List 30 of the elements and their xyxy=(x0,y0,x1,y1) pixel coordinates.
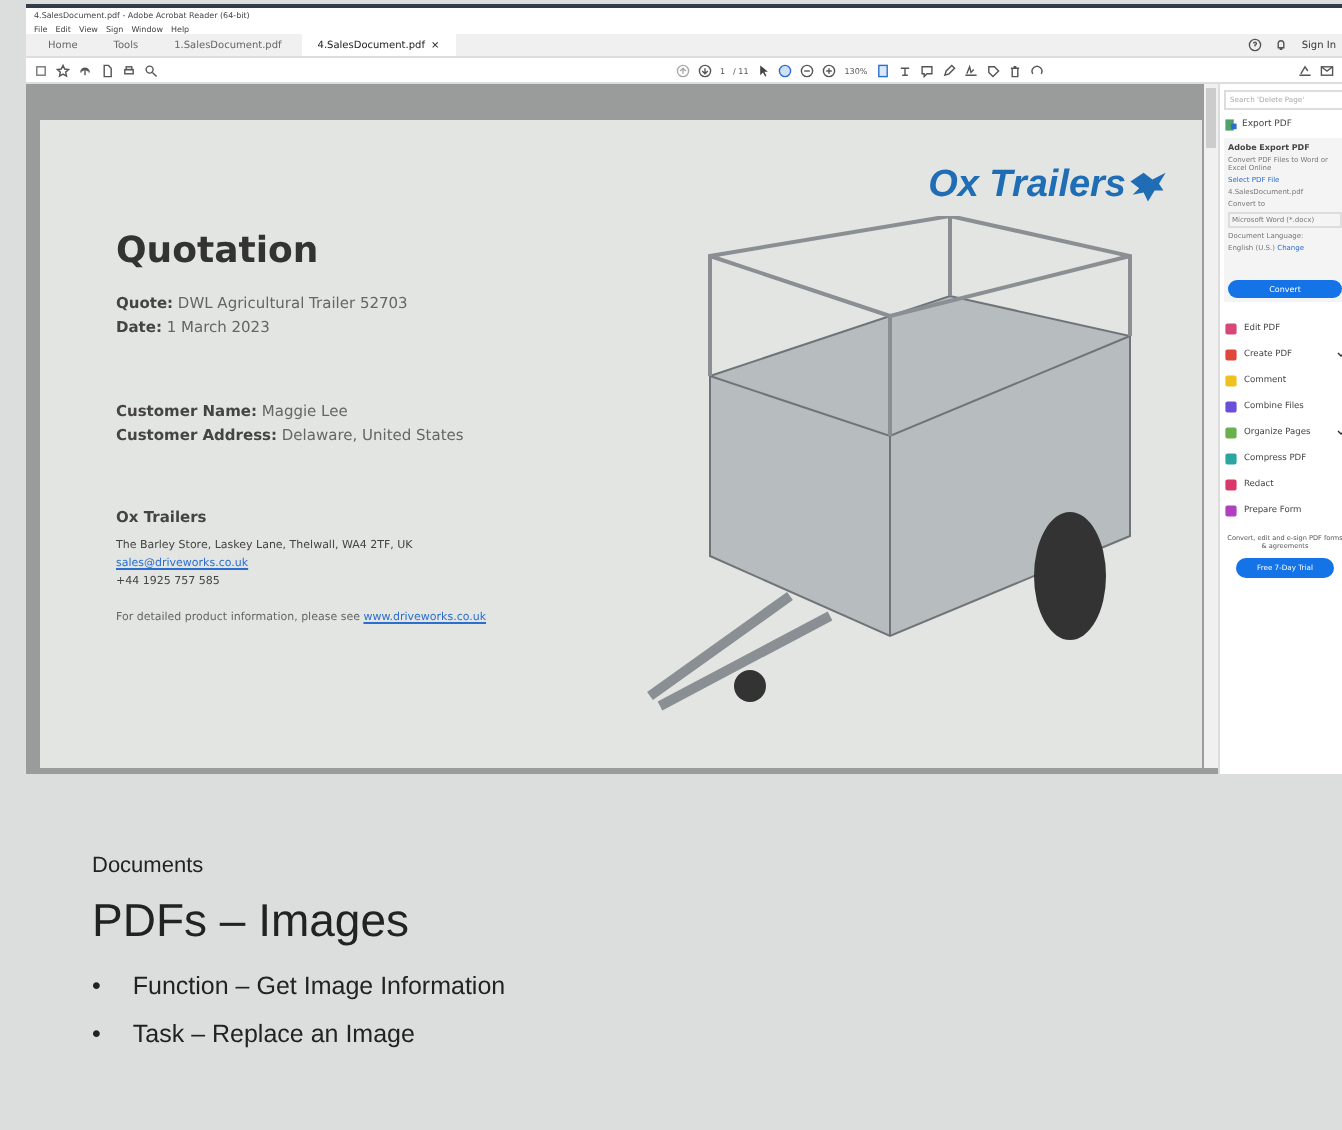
bullet-text: Task – Replace an Image xyxy=(132,1020,415,1048)
save-icon[interactable] xyxy=(34,63,48,77)
section-label: Documents xyxy=(92,854,206,878)
document-icon[interactable] xyxy=(100,63,114,77)
pen-icon[interactable] xyxy=(941,63,956,77)
zoom-out-icon[interactable] xyxy=(800,63,815,77)
bullet-text: Function – Get Image Information xyxy=(132,972,506,1000)
print-icon[interactable] xyxy=(122,63,136,77)
signature-tool-icon[interactable] xyxy=(1298,63,1312,77)
next-page-icon[interactable] xyxy=(698,63,712,77)
star-icon[interactable] xyxy=(56,63,70,77)
search-icon[interactable] xyxy=(144,63,158,77)
help-icon[interactable] xyxy=(1247,38,1262,52)
scrollbar[interactable] xyxy=(1204,84,1218,768)
slide-title: PDFs – Images xyxy=(92,894,411,948)
document-title: Quotation xyxy=(116,230,321,272)
export-icon xyxy=(1224,118,1238,132)
tag-icon[interactable] xyxy=(985,63,1000,77)
comment-icon[interactable] xyxy=(919,63,934,77)
bullet-mark: • xyxy=(92,972,101,1000)
bullet-mark: • xyxy=(92,1020,101,1048)
pointer-icon[interactable] xyxy=(756,63,771,77)
company-logo: Ox Trailers xyxy=(928,164,1126,208)
page-view-icon[interactable] xyxy=(875,63,890,77)
trash-icon[interactable] xyxy=(1007,63,1022,77)
mail-icon[interactable] xyxy=(1320,63,1334,77)
zoom-in-icon[interactable] xyxy=(822,63,837,77)
rotate-icon[interactable] xyxy=(1029,63,1044,77)
bell-icon[interactable] xyxy=(1273,38,1288,52)
signature-icon[interactable] xyxy=(963,63,978,77)
